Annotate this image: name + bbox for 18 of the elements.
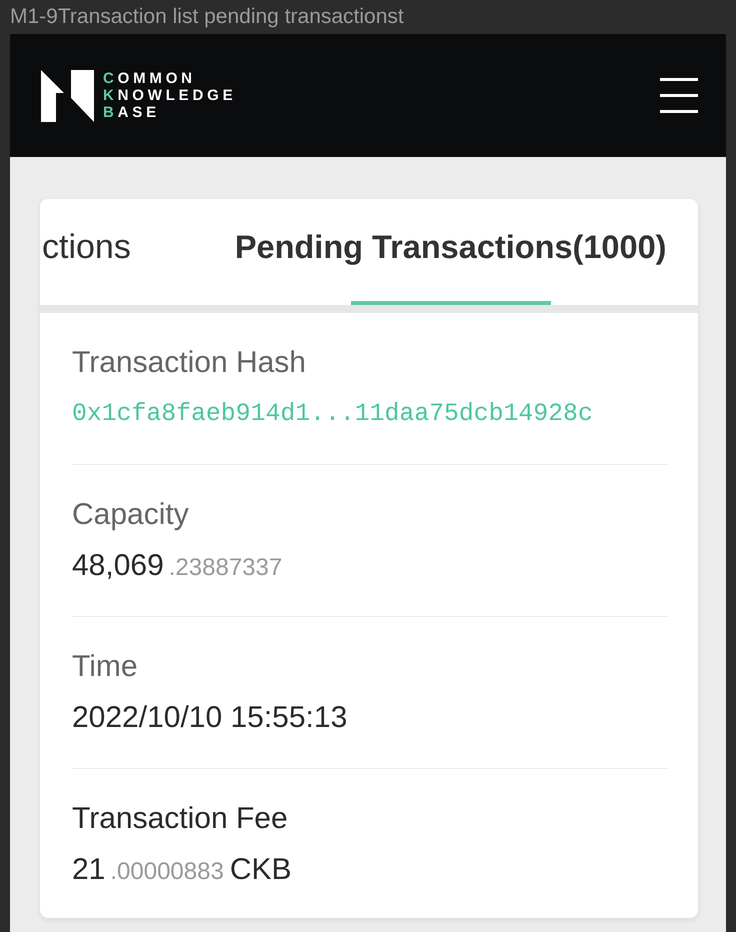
- field-label: Capacity: [72, 497, 189, 533]
- logo-text: COMMON: [103, 70, 196, 87]
- menu-icon[interactable]: [660, 78, 698, 113]
- amount-decimal: .23887337: [168, 553, 282, 583]
- tab[interactable]: Pending Transactions(1000): [234, 199, 666, 305]
- field-value: 2022/10/10 15:55:13: [72, 700, 348, 736]
- tab[interactable]: ctions: [42, 199, 131, 305]
- frame-title: M1-9Transaction list pending transactionst: [9, 4, 404, 30]
- amount-integer: 21: [72, 852, 106, 888]
- logo-text: KNOWLEDGE: [103, 87, 236, 104]
- amount-unit: CKB: [230, 852, 292, 888]
- logo-text: BASE: [103, 104, 160, 121]
- amount-decimal: .00000883: [110, 857, 224, 887]
- logo-icon[interactable]: [41, 70, 94, 122]
- field-label: Time: [72, 649, 138, 685]
- field-label: Transaction Fee: [72, 801, 288, 837]
- amount-integer: 48,069: [72, 548, 164, 584]
- field-label: Transaction Hash: [72, 345, 306, 381]
